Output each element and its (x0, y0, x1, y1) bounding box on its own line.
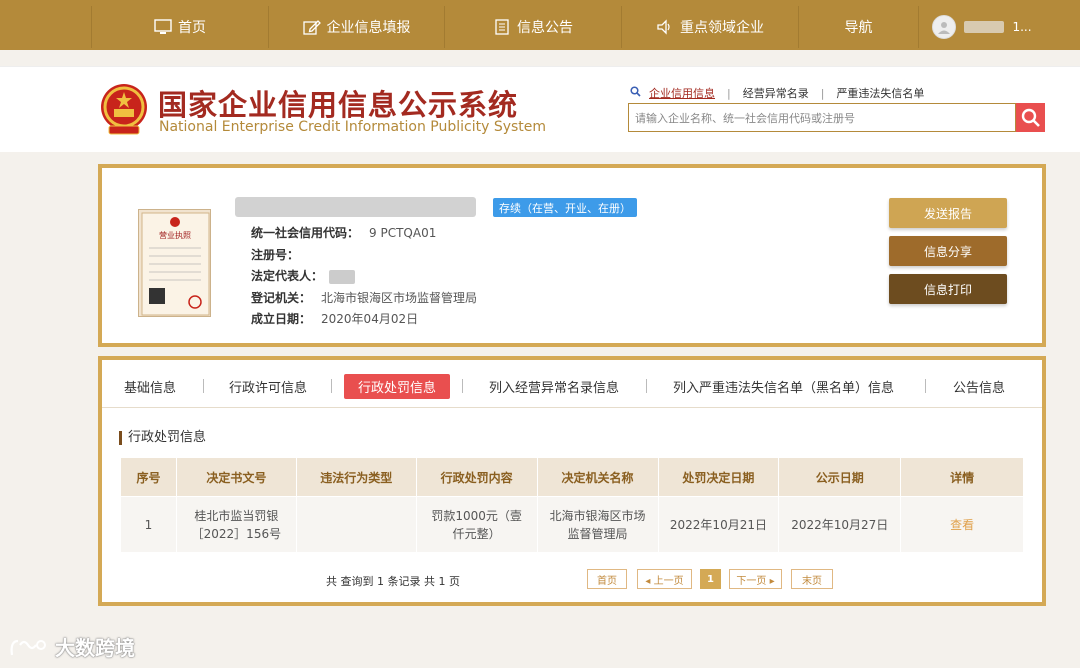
avatar (932, 15, 957, 39)
detail-row-credit-code: 统一社会信用代码： 9 PCTQA01 (251, 223, 477, 245)
nav-item-key-sectors[interactable]: 重点领域企业 (622, 6, 799, 48)
search-button[interactable] (1016, 103, 1045, 132)
tab-license-info[interactable]: 行政许可信息 (229, 374, 307, 399)
company-details: 统一社会信用代码： 9 PCTQA01 注册号： 法定代表人： 登记机关： 北海… (251, 223, 477, 331)
site-title-en: National Enterprise Credit Information P… (159, 119, 547, 135)
nav-item-label: 信息公告 (517, 20, 573, 36)
view-detail-link[interactable]: 查看 (900, 496, 1024, 553)
doc-no-text: 桂北市监当罚银［2022］156号 (191, 508, 282, 541)
column-header: 处罚决定日期 (657, 457, 780, 497)
business-license-image[interactable]: 营业执照 (138, 209, 211, 317)
search-input[interactable]: 请输入企业名称、统一社会信用代码或注册号 (628, 103, 1016, 132)
search-tab-credit[interactable]: 企业信用信息 (649, 85, 715, 101)
credit-code-value: 9 PCTQA01 (369, 226, 437, 240)
authority-value: 北海市银海区市场监督管理局 (321, 290, 478, 305)
column-header: 决定机关名称 (536, 457, 659, 497)
user-icon (938, 22, 951, 34)
watermark-text: 大数跨境 (54, 636, 135, 660)
divider (203, 379, 204, 393)
authority-text: 北海市银海区市场监督管理局 (549, 508, 646, 541)
section-title: 行政处罚信息 (119, 431, 206, 445)
detail-row-authority: 登记机关： 北海市银海区市场监督管理局 (251, 288, 477, 310)
cell-decision-date: 2022年10月21日 (657, 496, 780, 553)
pager-summary: 共 查询到 1 条记录 共 1 页 (326, 575, 460, 588)
divider (646, 379, 647, 393)
pager-prev[interactable]: ◂ 上一页 (637, 569, 692, 589)
column-header: 详情 (900, 457, 1024, 497)
pager-current[interactable]: 1 (700, 569, 721, 589)
detail-label: 法定代表人： (251, 269, 324, 283)
license-title: 营业执照 (159, 230, 191, 240)
cell-no: 1 (120, 496, 177, 553)
search-tab-blacklist[interactable]: 严重违法失信名单 (836, 85, 924, 101)
nav-item-label: 导航 (844, 20, 873, 36)
cell-content: 罚款1000元（壹仟元整） (415, 496, 538, 553)
column-header: 违法行为类型 (295, 457, 417, 497)
edit-icon (302, 19, 321, 35)
divider: | (727, 86, 731, 100)
status-badge: 存续（在营、开业、在册） (493, 198, 637, 217)
user-name-redacted (964, 21, 1005, 33)
column-header: 决定书文号 (175, 457, 297, 497)
divider (331, 379, 332, 393)
pager-next[interactable]: 下一页 ▸ (729, 569, 782, 589)
nav-item-label: 企业信息填报 (326, 20, 411, 36)
divider (925, 379, 926, 393)
nav-item-report[interactable]: 企业信息填报 (269, 6, 445, 48)
nav-item-home[interactable]: 首页 (91, 6, 269, 48)
nav-item-navigation[interactable]: 导航 (799, 6, 919, 48)
watermark: 大数跨境 (8, 632, 135, 661)
column-header: 序号 (120, 457, 177, 497)
company-name-redacted (235, 197, 476, 217)
pager-last[interactable]: 末页 (791, 569, 833, 589)
tab-blacklist[interactable]: 列入严重违法失信名单（黑名单）信息 (673, 374, 894, 399)
detail-row-reg-no: 注册号： (251, 245, 477, 267)
search-small-icon (630, 86, 641, 100)
speaker-icon (656, 19, 674, 35)
top-nav-inner: 首页 企业信息填报 信息公告 重点领域企业 导航 1... (91, 6, 1046, 48)
cell-authority: 北海市银海区市场监督管理局 (536, 496, 659, 553)
send-report-button[interactable]: 发送报告 (889, 198, 1007, 228)
nav-item-label: 首页 (178, 20, 206, 36)
pager-first[interactable]: 首页 (587, 569, 627, 589)
penalty-table: 序号 决定书文号 违法行为类型 行政处罚内容 决定机关名称 处罚决定日期 公示日… (120, 457, 1024, 553)
print-button[interactable]: 信息打印 (889, 274, 1007, 304)
monitor-icon (154, 19, 172, 35)
divider (462, 379, 463, 393)
column-header: 公示日期 (778, 457, 902, 497)
search-icon (1021, 108, 1040, 127)
nav-item-notice[interactable]: 信息公告 (445, 6, 622, 48)
tab-penalty-info[interactable]: 行政处罚信息 (344, 374, 451, 399)
tab-basic-info[interactable]: 基础信息 (124, 374, 176, 399)
watermark-logo-icon (10, 639, 46, 656)
legal-rep-redacted (329, 270, 356, 284)
search-tab-abnormal[interactable]: 经营异常名录 (743, 85, 809, 101)
nav-item-label: 重点领域企业 (680, 20, 764, 36)
cell-doc-no: 桂北市监当罚银［2022］156号 (175, 496, 297, 553)
search-tabs: 企业信用信息 | 经营异常名录 | 严重违法失信名单 (630, 85, 924, 101)
detail-label: 注册号： (251, 247, 300, 262)
cell-publish-date: 2022年10月27日 (778, 496, 902, 553)
content-text: 罚款1000元（壹仟元整） (431, 508, 522, 541)
user-menu[interactable]: 1... (919, 6, 1045, 48)
user-name: 1... (1012, 20, 1032, 34)
top-nav: 首页 企业信息填报 信息公告 重点领域企业 导航 1... (0, 0, 1080, 50)
column-header: 行政处罚内容 (415, 457, 538, 497)
document-icon (493, 19, 511, 35)
divider: | (820, 86, 825, 100)
detail-row-legal-rep: 法定代表人： (251, 266, 477, 288)
detail-label: 统一社会信用代码： (251, 226, 360, 240)
tab-announcements[interactable]: 公告信息 (953, 374, 1005, 399)
cell-type (295, 496, 417, 553)
table-row: 1 桂北市监当罚银［2022］156号 罚款1000元（壹仟元整） 北海市银海区… (120, 496, 1024, 553)
founded-value: 2020年04月02日 (321, 312, 419, 326)
detail-row-founded: 成立日期： 2020年04月02日 (251, 309, 477, 331)
share-button[interactable]: 信息分享 (889, 236, 1007, 266)
detail-label: 成立日期： (251, 312, 312, 326)
detail-label: 登记机关： (251, 290, 312, 305)
tab-abnormal-list[interactable]: 列入经营异常名录信息 (489, 374, 619, 399)
table-header-row: 序号 决定书文号 违法行为类型 行政处罚内容 决定机关名称 处罚决定日期 公示日… (120, 457, 1024, 497)
site-title: 国家企业信用信息公示系统 (158, 88, 519, 122)
national-emblem-icon (99, 82, 149, 136)
